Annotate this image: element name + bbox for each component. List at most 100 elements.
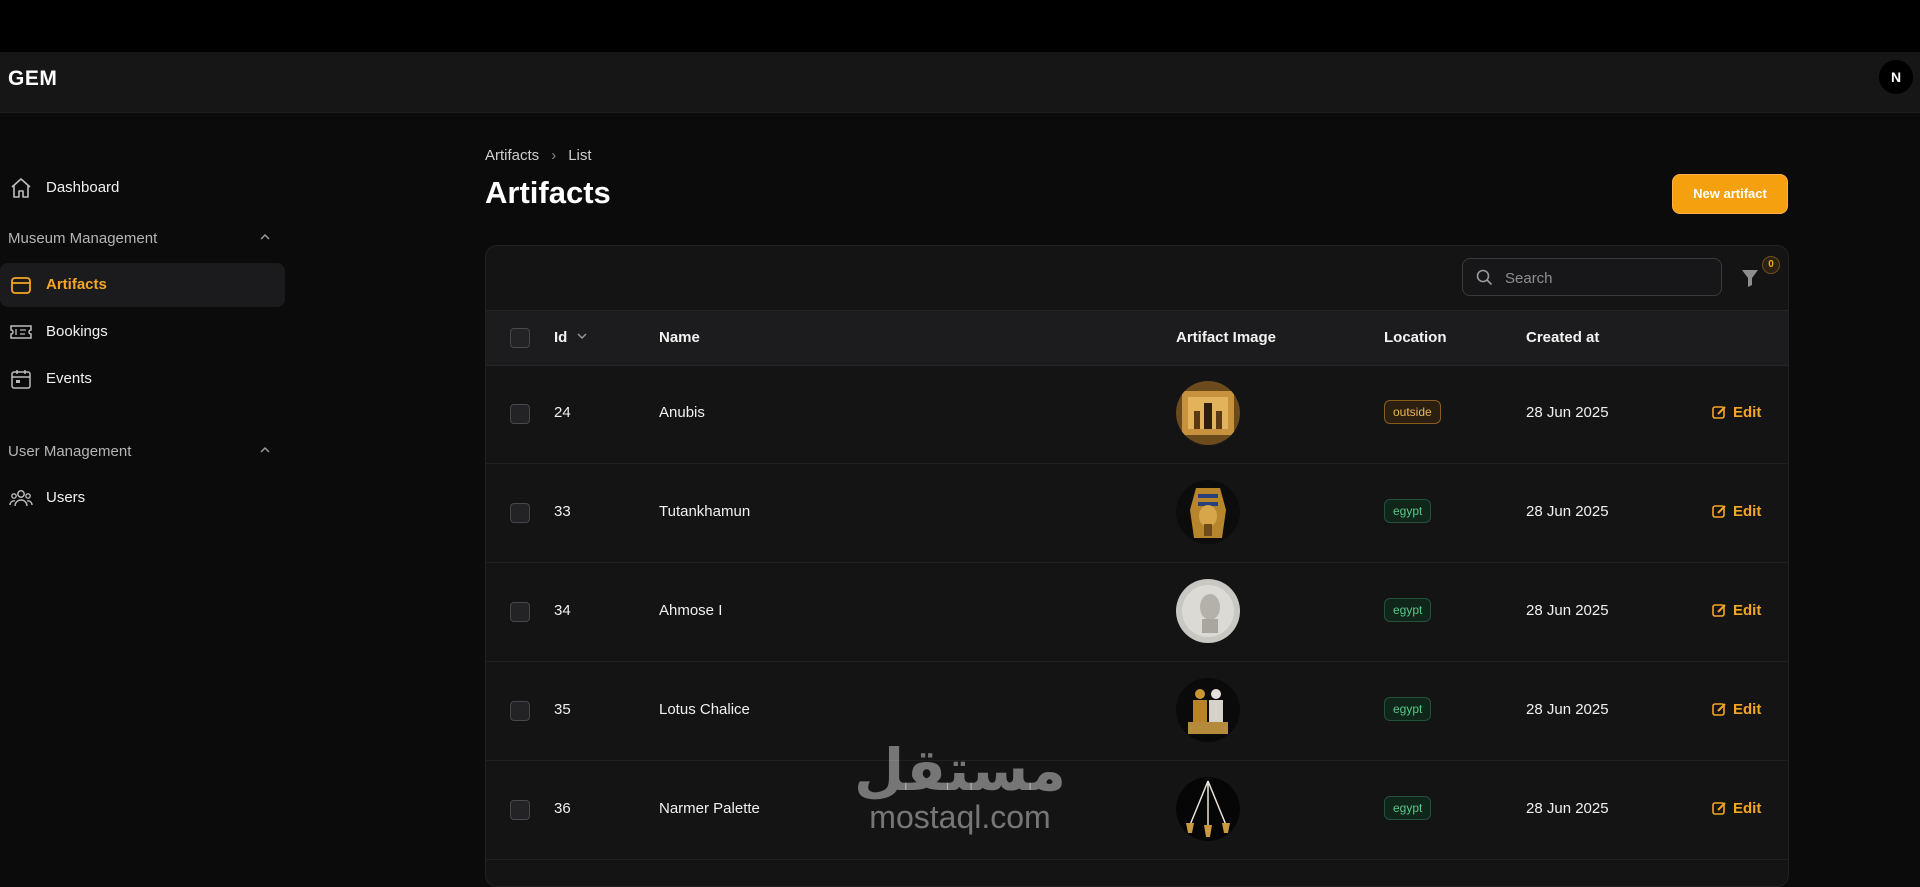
search-box[interactable] — [1462, 258, 1722, 297]
location-badge: outside — [1384, 400, 1441, 424]
sidebar-item-label: Events — [46, 370, 92, 387]
row-checkbox[interactable] — [510, 602, 530, 622]
user-avatar[interactable]: N — [1879, 60, 1913, 94]
edit-icon — [1712, 703, 1726, 716]
filter-count-badge: 0 — [1762, 256, 1780, 274]
location-badge: egypt — [1384, 499, 1432, 523]
edit-label: Edit — [1733, 602, 1762, 619]
top-black-band — [0, 0, 1920, 52]
table-row[interactable]: 36 Narmer Palette egypt 28 Jun 2025 Edit — [486, 760, 1788, 860]
table-row[interactable]: 33 Tutankhamun egypt 28 Jun 2025 Edit — [486, 463, 1788, 563]
new-artifact-button[interactable]: New artifact — [1672, 174, 1788, 214]
edit-button[interactable]: Edit — [1712, 701, 1761, 718]
edit-label: Edit — [1733, 701, 1762, 718]
breadcrumb-parent[interactable]: Artifacts — [485, 147, 539, 164]
group-label-user-management[interactable]: User Management — [8, 443, 131, 460]
artifact-image — [1176, 381, 1240, 445]
row-checkbox[interactable] — [510, 800, 530, 820]
edit-button[interactable]: Edit — [1712, 503, 1761, 520]
sidebar-item-users[interactable]: Users — [0, 476, 285, 520]
cell-name: Ahmose I — [659, 602, 723, 619]
cell-id: 36 — [554, 800, 571, 817]
cell-created-at: 28 Jun 2025 — [1526, 800, 1609, 817]
artifact-image — [1176, 678, 1240, 742]
artifact-image-thumbnail[interactable] — [1176, 579, 1240, 643]
sidebar-item-label: Users — [46, 489, 86, 506]
column-header-artifact-image: Artifact Image — [1176, 329, 1277, 346]
row-checkbox[interactable] — [510, 701, 530, 721]
column-header-id[interactable]: Id — [554, 329, 588, 346]
breadcrumb: Artifacts › List — [485, 147, 592, 164]
watermark-arabic: مستقل — [853, 736, 1067, 804]
cell-created-at: 28 Jun 2025 — [1526, 701, 1609, 718]
column-header-label: Id — [554, 329, 568, 346]
table-row[interactable]: 35 Lotus Chalice egypt 28 Jun 2025 Edit — [486, 661, 1788, 761]
chevron-up-icon[interactable] — [258, 230, 272, 244]
cell-name: Tutankhamun — [659, 503, 751, 520]
chevron-right-icon: › — [551, 147, 557, 164]
home-icon — [11, 178, 31, 198]
table-row[interactable]: 34 Ahmose I egypt 28 Jun 2025 Edit — [486, 562, 1788, 662]
cell-id: 34 — [554, 602, 571, 619]
artifact-image — [1176, 777, 1240, 841]
artifact-image-thumbnail[interactable] — [1176, 480, 1240, 544]
chevron-up-icon[interactable] — [258, 443, 272, 457]
edit-button[interactable]: Edit — [1712, 404, 1761, 421]
cell-name: Lotus Chalice — [659, 701, 750, 718]
cell-created-at: 28 Jun 2025 — [1526, 602, 1609, 619]
artifact-image-thumbnail[interactable] — [1176, 678, 1240, 742]
cell-id: 33 — [554, 503, 571, 520]
cell-created-at: 28 Jun 2025 — [1526, 503, 1609, 520]
edit-button[interactable]: Edit — [1712, 602, 1761, 619]
artifact-image-thumbnail[interactable] — [1176, 777, 1240, 841]
sidebar-item-bookings[interactable]: Bookings — [0, 310, 285, 354]
location-badge: egypt — [1384, 598, 1432, 622]
artifact-image — [1176, 579, 1240, 643]
edit-label: Edit — [1733, 404, 1762, 421]
location-badge: egypt — [1384, 697, 1432, 721]
cell-id: 24 — [554, 404, 571, 421]
edit-icon — [1712, 505, 1726, 518]
column-header-created-at: Created at — [1526, 329, 1600, 346]
table-row[interactable]: 24 Anubis outside 28 Jun 2025 Edit — [486, 364, 1788, 464]
sidebar-item-label: Bookings — [46, 323, 108, 340]
filter-icon[interactable] — [1741, 268, 1759, 288]
cell-id: 35 — [554, 701, 571, 718]
artifact-image — [1176, 480, 1240, 544]
row-checkbox[interactable] — [510, 404, 530, 424]
edit-icon — [1712, 604, 1726, 617]
ticket-icon — [10, 325, 32, 339]
edit-icon — [1712, 802, 1726, 815]
sidebar-item-label: Dashboard — [46, 179, 120, 196]
breadcrumb-current: List — [568, 147, 592, 164]
table-header: Id Name Artifact Image Location Created … — [486, 310, 1788, 366]
edit-label: Edit — [1733, 503, 1762, 520]
sidebar-item-label: Artifacts — [46, 276, 107, 293]
artifacts-table-card: 0 Id Name Artifact Image Location Create… — [485, 245, 1789, 887]
sidebar-item-events[interactable]: Events — [0, 357, 285, 401]
search-input[interactable] — [1503, 259, 1717, 297]
watermark-latin: mostaql.com — [869, 799, 1051, 835]
location-badge: egypt — [1384, 796, 1432, 820]
search-icon — [1476, 269, 1493, 286]
column-header-location: Location — [1384, 329, 1447, 346]
group-label-museum-management[interactable]: Museum Management — [8, 230, 157, 247]
archive-icon — [11, 277, 31, 294]
edit-icon — [1712, 406, 1726, 419]
page-title: Artifacts — [485, 175, 611, 210]
cell-name: Anubis — [659, 404, 705, 421]
watermark: مستقل mostaql.com — [845, 740, 1075, 834]
chevron-down-icon — [577, 333, 587, 339]
app-header: GEM N — [0, 52, 1920, 113]
edit-button[interactable]: Edit — [1712, 800, 1761, 817]
calendar-icon — [11, 370, 31, 389]
sidebar: Dashboard Museum Management Artifacts Bo… — [0, 112, 290, 867]
brand-logo[interactable]: GEM — [8, 67, 57, 91]
select-all-checkbox[interactable] — [510, 328, 530, 348]
row-checkbox[interactable] — [510, 503, 530, 523]
sidebar-item-dashboard[interactable]: Dashboard — [0, 166, 285, 210]
cell-created-at: 28 Jun 2025 — [1526, 404, 1609, 421]
artifact-image-thumbnail[interactable] — [1176, 381, 1240, 445]
cell-name: Narmer Palette — [659, 800, 760, 817]
sidebar-item-artifacts[interactable]: Artifacts — [0, 263, 285, 307]
